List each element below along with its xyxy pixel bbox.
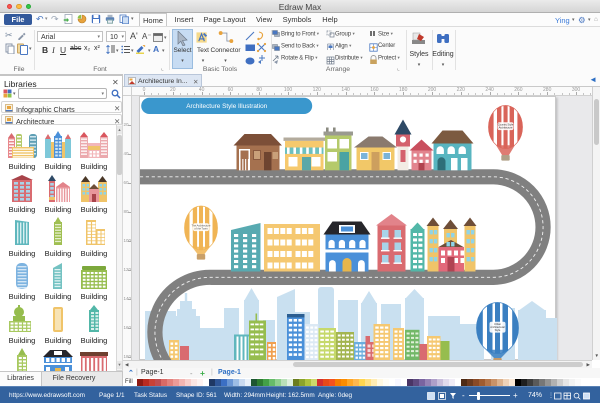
svg-text:of the Town: of the Town <box>194 227 208 231</box>
svg-text:Architecture: Architecture <box>498 126 512 130</box>
svg-text:Architecture Style Illustratio: Architecture Style Illustration <box>186 103 267 110</box>
svg-text:Style: Style <box>494 328 500 332</box>
